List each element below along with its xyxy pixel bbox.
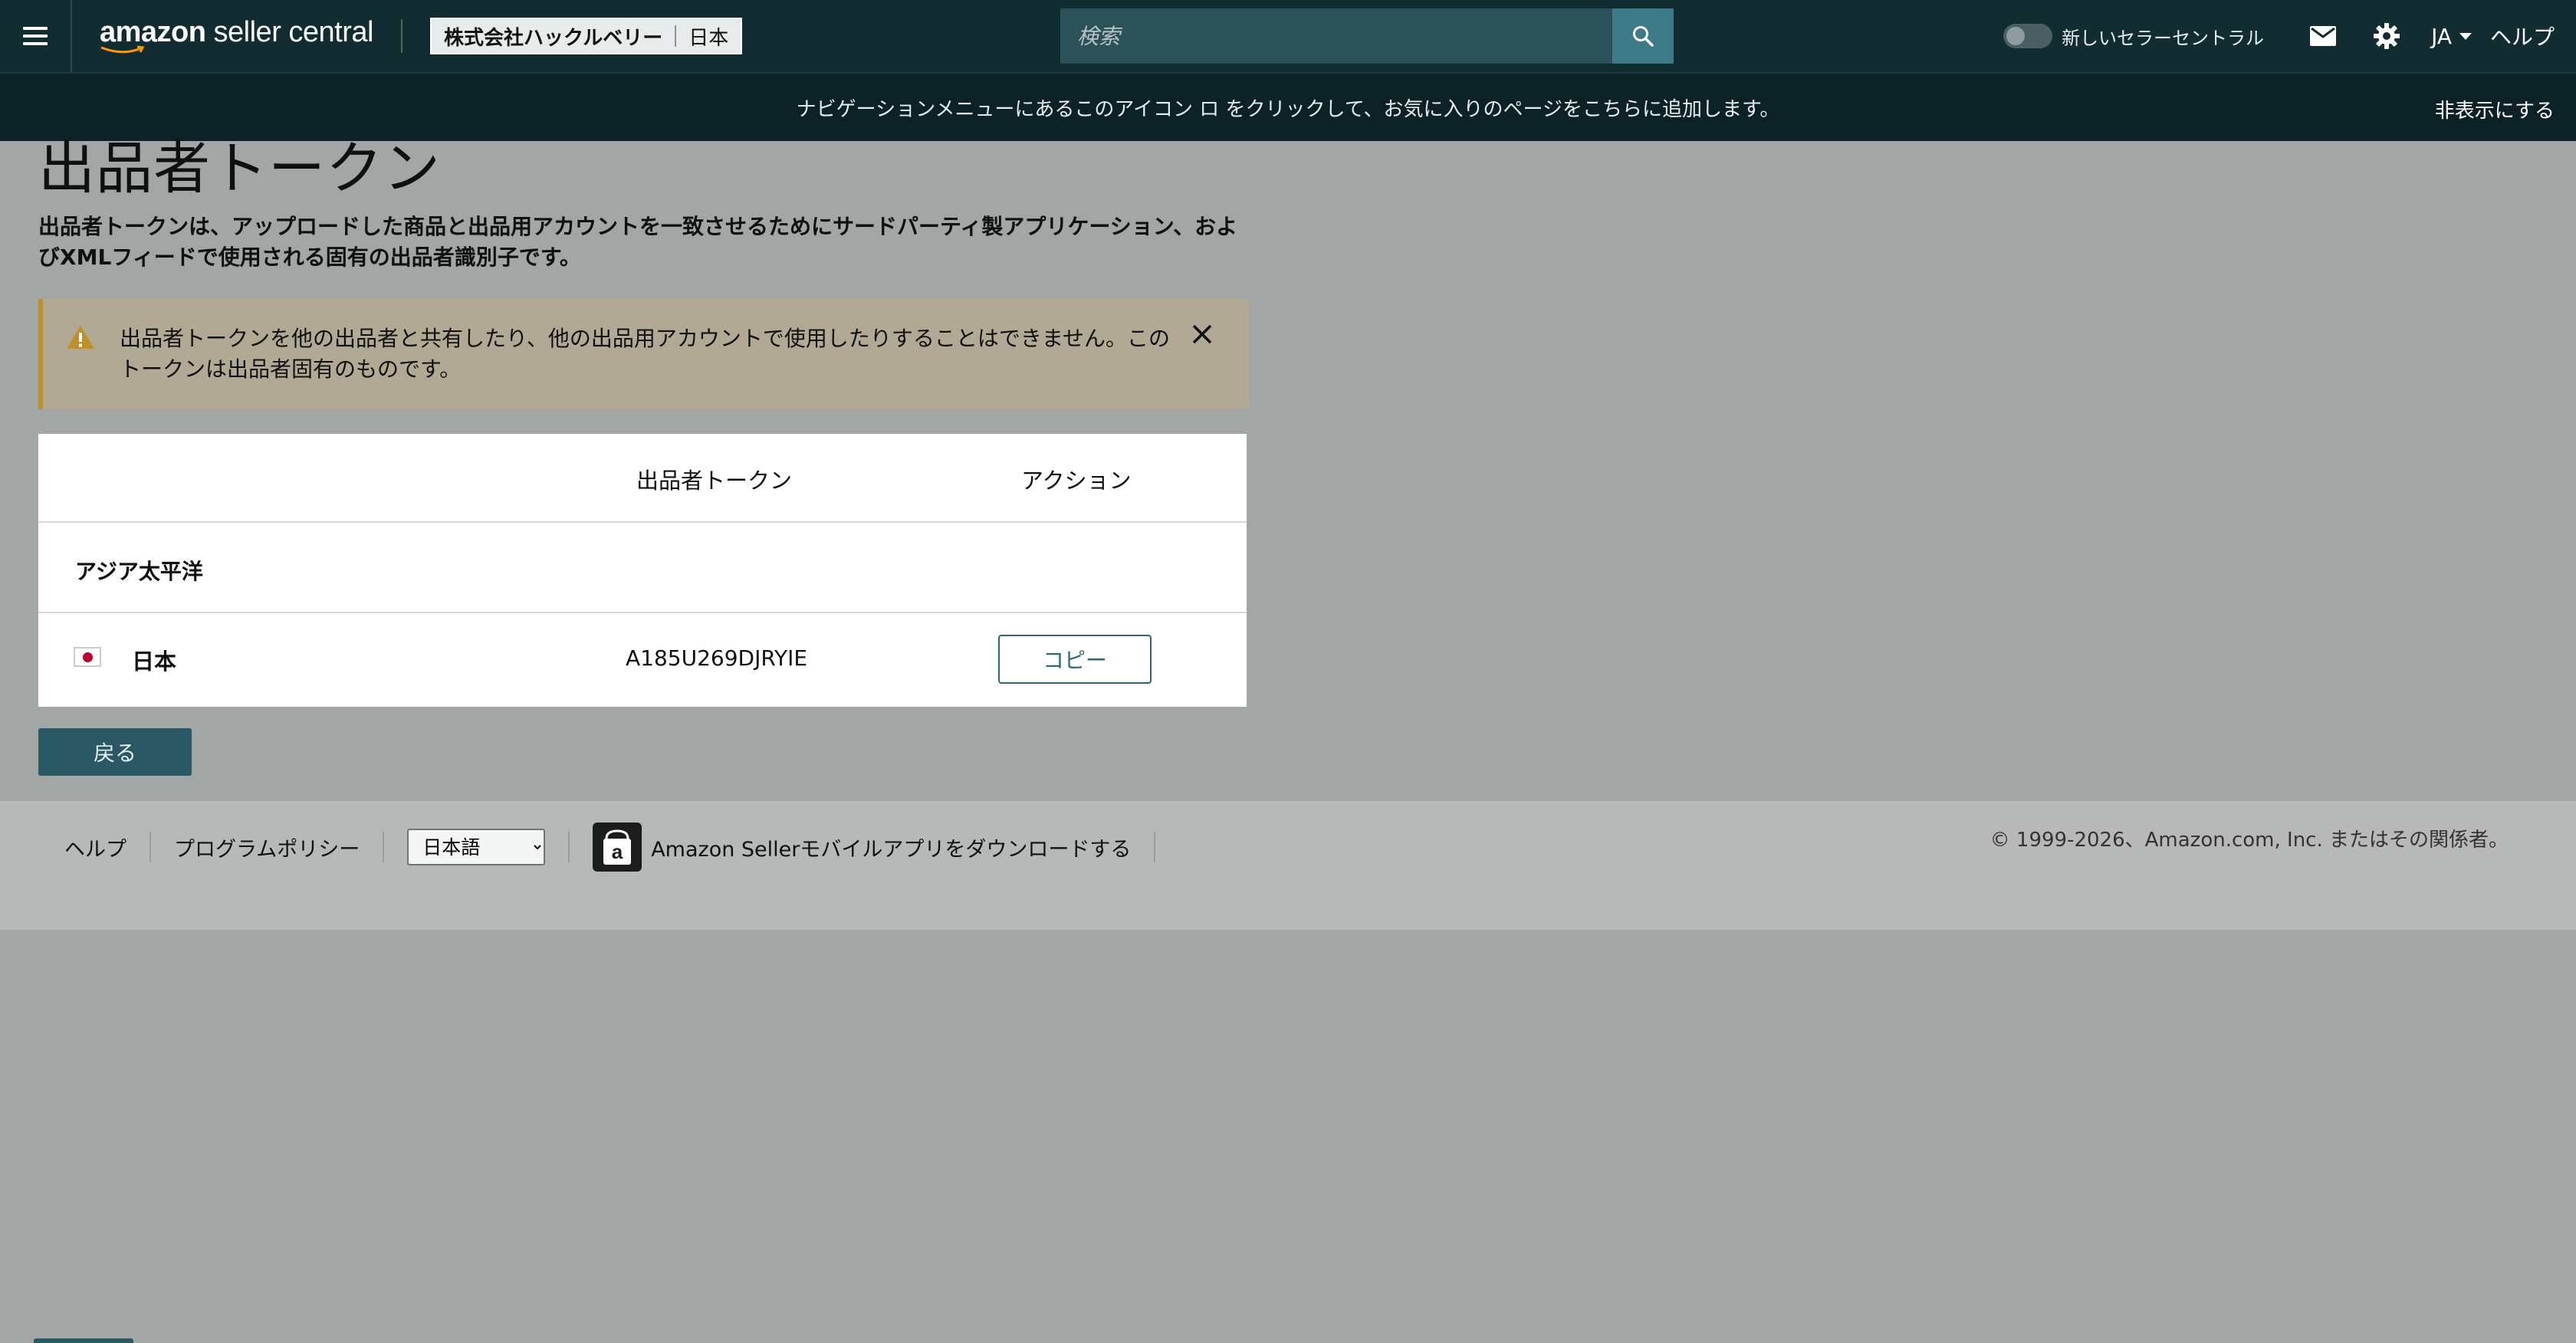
search-button[interactable] [1612, 8, 1674, 64]
table-header-row: 出品者トークン アクション [38, 434, 1247, 523]
hide-announcement-link[interactable]: 非表示にする [2435, 95, 2555, 123]
mobile-app-download-link[interactable]: a Amazon Sellerモバイルアプリをダウンロードする [593, 823, 1131, 872]
warning-alert: 出品者トークンを他の出品者と共有したり、他の出品用アカウントで使用したりすること… [38, 299, 1250, 409]
favorites-announcement-bar: ナビゲーションメニューにあるこのアイコン ロ をクリックして、お気に入りのページ… [0, 72, 2576, 141]
account-name: 株式会社ハックルベリー [443, 26, 663, 50]
search-input[interactable] [1060, 8, 1612, 64]
language-label: JA [2431, 23, 2452, 49]
chevron-down-icon [2459, 32, 2472, 40]
footer-divider [150, 832, 151, 862]
footer: ヘルプ プログラムポリシー 日本語 a Amazon Sellerモバイルアプリ… [0, 801, 2576, 930]
region-label: アジア太平洋 [75, 559, 203, 584]
logo-seller-central-text: seller central [205, 16, 374, 48]
account-separator [675, 25, 677, 47]
account-switcher[interactable]: 株式会社ハックルベリー 日本 [429, 18, 743, 54]
back-button[interactable]: 戻る [38, 728, 192, 776]
new-seller-central-toggle[interactable] [2003, 24, 2053, 48]
help-link[interactable]: ヘルプ [2490, 21, 2555, 51]
table-row: 日本 A185U269DJRYIE コピー [38, 613, 1247, 707]
gear-icon[interactable] [2373, 22, 2400, 50]
seller-central-logo[interactable]: amazon seller central [100, 0, 373, 72]
account-marketplace: 日本 [688, 26, 729, 50]
warning-icon [66, 325, 95, 353]
right-navigation: 新しいセラーセントラル JA ヘルプ [2003, 0, 2555, 72]
top-navigation-bar: amazon seller central 株式会社ハックルベリー 日本 新しい… [0, 0, 2576, 72]
feedback-tab[interactable] [34, 1338, 133, 1343]
logo-amazon-text: amazon [100, 16, 206, 48]
footer-language-select[interactable]: 日本語 [407, 829, 546, 865]
mail-icon[interactable] [2310, 26, 2337, 46]
seller-token-table: 出品者トークン アクション アジア太平洋 日本 A185U269DJRYIE コ… [38, 434, 1247, 707]
search-icon [1633, 26, 1654, 47]
svg-text:a: a [612, 840, 623, 863]
seller-token-value: A185U269DJRYIE [626, 645, 808, 671]
footer-divider [383, 832, 385, 862]
copyright-text: © 1999-2026、Amazon.com, Inc. またはその関係者。 [1990, 829, 2509, 852]
footer-divider [1154, 832, 1156, 862]
warning-text: 出品者トークンを他の出品者と共有したり、他の出品用アカウントで使用したりすること… [120, 326, 1171, 382]
footer-divider [568, 832, 570, 862]
new-seller-central-label: 新しいセラーセントラル [2062, 27, 2265, 49]
column-header-seller-token: 出品者トークン [636, 468, 793, 494]
page-description: 出品者トークンは、アップロードした商品と出品用アカウントを一致させるためにサード… [38, 214, 1238, 270]
country-name: 日本 [132, 649, 177, 675]
region-row: アジア太平洋 [38, 523, 1247, 613]
japan-flag-icon [74, 647, 101, 667]
search-bar [1060, 8, 1674, 64]
amazon-smile-icon [100, 45, 145, 54]
footer-links: ヘルプ プログラムポリシー 日本語 a Amazon Sellerモバイルアプリ… [64, 823, 1178, 872]
column-header-action: アクション [1021, 468, 1132, 494]
hamburger-menu-icon[interactable] [0, 0, 72, 72]
program-policy-link[interactable]: プログラムポリシー [174, 832, 360, 862]
copy-button[interactable]: コピー [998, 635, 1152, 684]
footer-help-link[interactable]: ヘルプ [64, 832, 127, 862]
amazon-app-icon: a [593, 823, 642, 872]
announcement-text: ナビゲーションメニューにあるこのアイコン ロ をクリックして、お気に入りのページ… [796, 97, 1780, 121]
page-title: 出品者トークン [38, 136, 441, 202]
logo-divider [400, 19, 402, 53]
mobile-app-download-text: Amazon Sellerモバイルアプリをダウンロードする [651, 837, 1132, 862]
close-icon[interactable] [1191, 323, 1213, 348]
language-selector[interactable]: JA [2431, 24, 2472, 49]
